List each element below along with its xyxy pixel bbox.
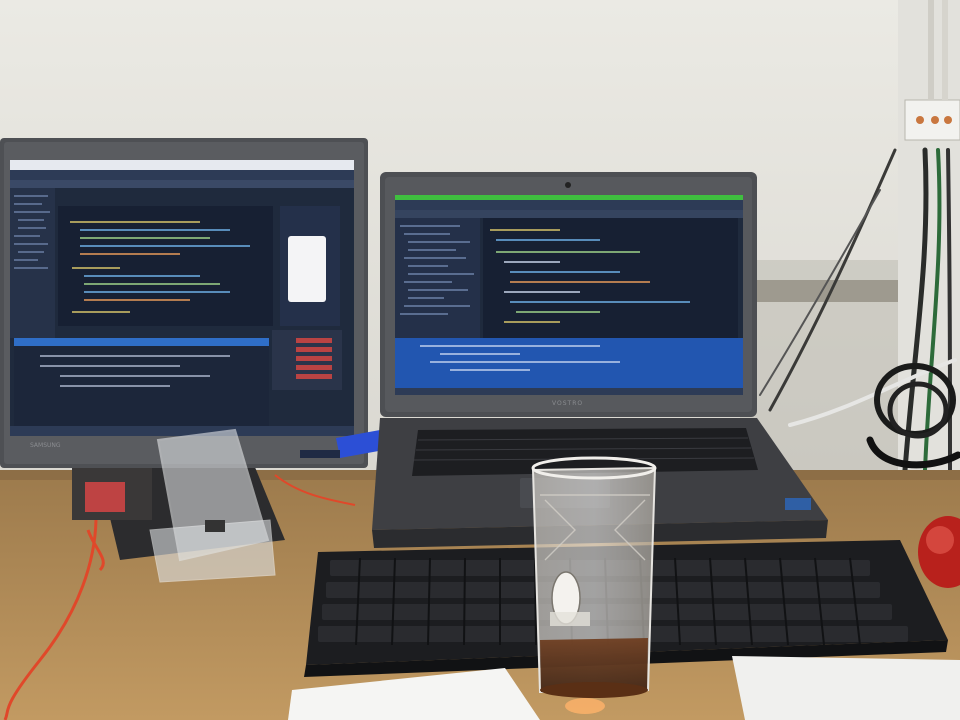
drinking-glass-icon	[531, 456, 657, 714]
monitor-screen-ide	[10, 160, 354, 436]
svg-text:SAMSUNG: SAMSUNG	[30, 442, 61, 449]
wall-ledge	[740, 280, 900, 302]
napkin-right	[732, 656, 960, 720]
desk-photo: SAMSUNG VOSTRO	[0, 0, 960, 720]
svg-text:VOSTRO: VOSTRO	[552, 400, 583, 407]
laptop-screen-ide	[395, 195, 743, 395]
smartphone-on-screen-icon	[288, 236, 326, 302]
